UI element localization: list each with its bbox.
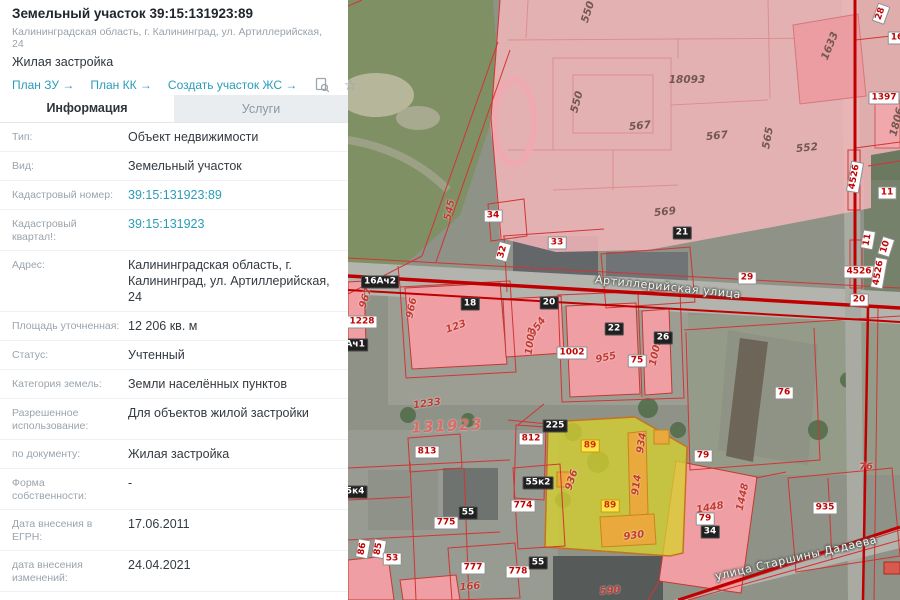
field-row: Тип: Объект недвижимости	[0, 123, 348, 151]
tab-information[interactable]: Информация	[0, 95, 174, 122]
field-label: дата внесения изменений:	[12, 557, 120, 585]
plan-zu-link[interactable]: План ЗУ →	[12, 78, 74, 92]
field-row: Разрешенное использование: Для объектов ж…	[0, 398, 348, 439]
field-row: Дата внесения в ЕГРН: 17.06.2011	[0, 509, 348, 550]
field-label: Адрес:	[12, 257, 120, 305]
field-value: Учтенный	[128, 347, 185, 363]
parcel-info-panel: Земельный участок 39:15:131923:89 Калини…	[0, 0, 348, 600]
field-value: 12 206 кв. м	[128, 318, 197, 334]
field-row: Адрес:Калининградская область, г. Калини…	[0, 250, 348, 311]
field-row: Форма собственности:-	[0, 468, 348, 509]
field-label: Тип:	[12, 129, 120, 145]
cadastral-app-window: Земельный участок 39:15:131923:89 Калини…	[0, 0, 900, 600]
field-value: Калининградская область, г. Калининград,…	[128, 257, 336, 305]
parcel-address-subtitle: Калининградская область, г. Калининград,…	[12, 26, 336, 50]
header-icons: ☆	[313, 76, 359, 94]
field-row: Вид: Земельный участок	[0, 151, 348, 180]
field-value: Земли населённых пунктов	[128, 376, 287, 392]
field-row: Кадастровая стоимость:49 973 805,2 руб.	[0, 591, 348, 600]
create-parcel-link[interactable]: Создать участок ЖС →	[168, 78, 297, 92]
field-row: по документу: Жилая застройка	[0, 439, 348, 468]
field-value: Жилая застройка	[128, 446, 229, 462]
field-value: Земельный участок	[128, 158, 242, 174]
field-label: Вид:	[12, 158, 120, 174]
field-label: Форма собственности:	[12, 475, 120, 503]
field-label: Кадастровый квартал!:	[12, 216, 120, 244]
field-label: по документу:	[12, 446, 120, 462]
field-value: -	[128, 475, 132, 503]
plan-kk-link[interactable]: План КК →	[90, 78, 152, 92]
selected-parcel-highlight[interactable]	[545, 417, 687, 556]
field-label: Статус:	[12, 347, 120, 363]
field-value: Для объектов жилой застройки	[128, 405, 309, 433]
field-row: Площадь уточненная: 12 206 кв. м	[0, 311, 348, 340]
field-row: Кадастровый квартал!: 39:15:131923	[0, 209, 348, 250]
field-value: 24.04.2021	[128, 557, 191, 585]
panel-header: Земельный участок 39:15:131923:89 Калини…	[0, 0, 348, 95]
field-label: Категория земель:	[12, 376, 120, 392]
field-row: Категория земель: Земли населённых пункто…	[0, 369, 348, 398]
field-value-link[interactable]: 39:15:131923:89	[128, 187, 222, 203]
field-value: 17.06.2011	[128, 516, 190, 544]
field-value: Объект недвижимости	[128, 129, 258, 145]
map-canvas[interactable]	[348, 0, 900, 600]
pink-zone-overlay	[491, 0, 900, 252]
panel-tabs: Информация Услуги	[0, 95, 348, 123]
action-links-row: План ЗУ → План КК → Создать участок ЖС →…	[12, 75, 336, 95]
tab-services[interactable]: Услуги	[174, 95, 348, 122]
document-preview-icon[interactable]	[313, 76, 331, 94]
page-title: Земельный участок 39:15:131923:89	[12, 6, 336, 22]
parcel-usage-text: Жилая застройка	[12, 55, 336, 70]
cadastral-map[interactable]: 5505501809356756755256956516331806545967…	[348, 0, 900, 600]
field-value-link[interactable]: 39:15:131923	[128, 216, 204, 244]
field-row: Кадастровый номер: 39:15:131923:89	[0, 180, 348, 209]
field-row: Статус: Учтенный	[0, 340, 348, 369]
field-label: Кадастровый номер:	[12, 187, 120, 203]
field-label: Дата внесения в ЕГРН:	[12, 516, 120, 544]
field-label: Площадь уточненная:	[12, 318, 120, 334]
favorite-star-icon[interactable]: ☆	[341, 76, 359, 94]
field-label: Разрешенное использование:	[12, 405, 120, 433]
field-row: дата внесения изменений: 24.04.2021	[0, 550, 348, 591]
parcel-attributes-list: Тип: Объект недвижимости Вид: Земельный уча…	[0, 123, 348, 600]
